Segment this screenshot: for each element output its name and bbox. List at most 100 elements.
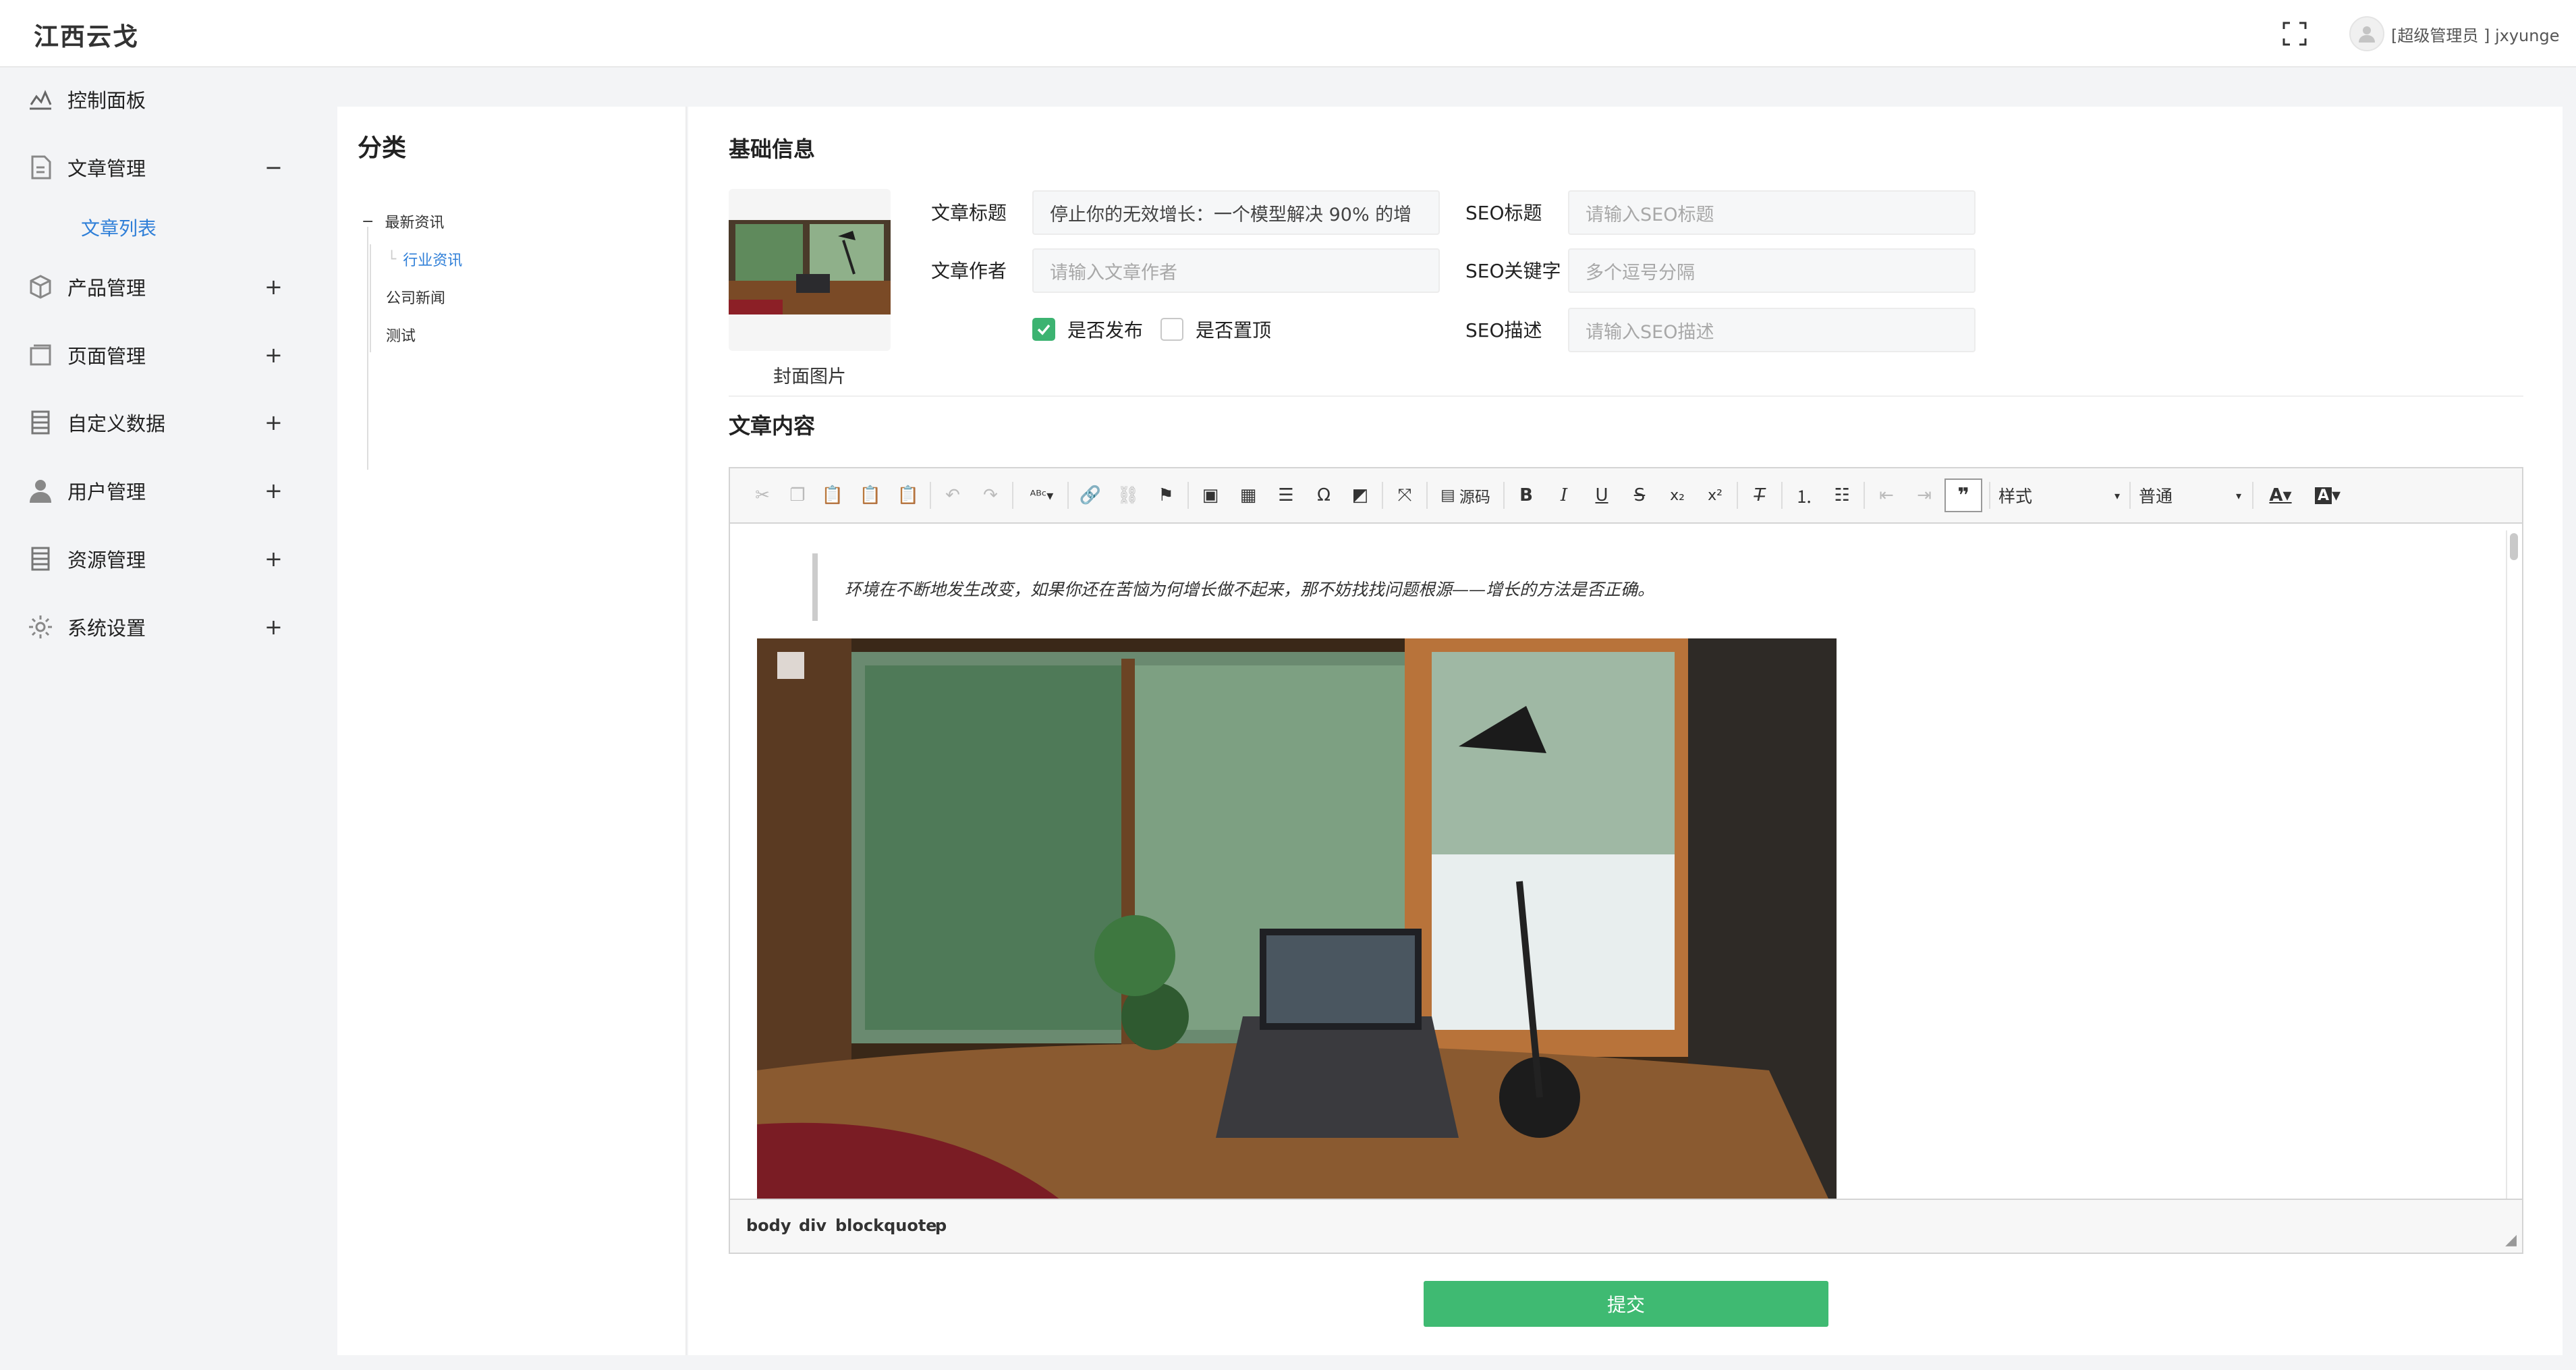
paste-word-icon[interactable]: 📋 (895, 482, 922, 509)
sidebar-item-pages[interactable]: 页面管理 + (0, 335, 324, 375)
element-path-body[interactable]: body (746, 1216, 791, 1235)
title-input[interactable]: 停止你的无效增长：一个模型解决 90% 的增 (1032, 190, 1440, 235)
element-path-div[interactable]: div (799, 1216, 827, 1235)
remove-format-icon[interactable]: T̶ (1746, 482, 1773, 509)
style-dropdown-value: 样式 (1998, 487, 2033, 506)
source-button[interactable]: ▤ 源码 (1434, 482, 1496, 509)
sidebar-item-users[interactable]: 用户管理 + (0, 470, 324, 511)
style-dropdown[interactable]: 样式 ▾ (1998, 482, 2120, 509)
document-icon (26, 153, 55, 182)
tree-collapse-icon[interactable]: − (362, 213, 374, 230)
tree-node-company-news[interactable]: 公司新闻 (386, 286, 445, 308)
image-icon[interactable]: ▣ (1197, 482, 1224, 509)
seo-title-label: SEO标题 (1465, 202, 1542, 224)
table-icon[interactable]: ▦ (1235, 482, 1262, 509)
unlink-icon[interactable]: ⛓ (1115, 482, 1142, 509)
pin-top-checkbox[interactable] (1160, 318, 1183, 341)
paste-icon[interactable]: 📋 (819, 482, 846, 509)
anchor-flag-icon[interactable]: ⚑ (1152, 482, 1179, 509)
element-path-blockquote[interactable]: blockquote (835, 1216, 937, 1235)
rich-text-editor[interactable]: ✂ ❐ 📋 📋 📋 ↶ ↷ ᴬᴮᶜ▾ 🔗 ⛓ ⚑ ▣ ▦ ☰ Ω ◩ ⤧ ▤ 源… (729, 467, 2523, 1254)
indent-icon[interactable]: ⇥ (1911, 482, 1938, 509)
workspace-photo (757, 638, 1837, 1200)
sidebar-item-products[interactable]: 产品管理 + (0, 267, 324, 307)
format-dropdown[interactable]: 普通 ▾ (2139, 482, 2241, 509)
sidebar-item-label: 用户管理 (67, 481, 146, 503)
sidebar-item-article-list[interactable]: 文章列表 (0, 207, 324, 248)
cover-image-upload[interactable] (729, 189, 891, 351)
tree-node-test[interactable]: 测试 (386, 324, 416, 346)
redo-icon[interactable]: ↷ (977, 482, 1004, 509)
author-input[interactable]: 请输入文章作者 (1032, 248, 1440, 293)
bold-icon[interactable]: B (1513, 482, 1540, 509)
maximize-icon[interactable]: ⤧ (1391, 482, 1418, 509)
expand-icon[interactable]: + (264, 478, 283, 503)
expand-icon[interactable]: + (264, 274, 283, 300)
expand-icon[interactable]: + (264, 342, 283, 368)
subscript-icon[interactable]: x₂ (1664, 482, 1691, 509)
toolbar-separator (2129, 482, 2131, 509)
strikethrough-icon[interactable]: S (1626, 482, 1653, 509)
spellcheck-icon[interactable]: ᴬᴮᶜ▾ (1023, 482, 1061, 509)
special-char-icon[interactable]: Ω (1310, 482, 1337, 509)
editor-scrollbar[interactable] (2506, 530, 2521, 1199)
editor-content[interactable]: 环境在不断地发生改变，如果你还在苦恼为何增长做不起来，那不妨找找问题根源——增长… (730, 525, 2522, 1200)
paste-text-icon[interactable]: 📋 (857, 482, 884, 509)
tree-node-latest-news[interactable]: − 最新资讯 (362, 211, 444, 232)
undo-icon[interactable]: ↶ (939, 482, 966, 509)
blockquote-icon[interactable]: ❞ (1944, 478, 1982, 512)
collapse-icon[interactable]: − (264, 155, 283, 180)
cut-icon[interactable]: ✂ (749, 482, 776, 509)
seo-keywords-label: SEO关键字 (1465, 260, 1561, 282)
avatar (2349, 16, 2384, 51)
seo-keywords-input[interactable]: 多个逗号分隔 (1568, 248, 1976, 293)
sidebar-item-label: 页面管理 (67, 345, 146, 368)
seo-description-label: SEO描述 (1465, 319, 1542, 341)
link-icon[interactable]: 🔗 (1077, 482, 1104, 509)
sidebar-item-label: 自定义数据 (67, 412, 166, 435)
copy-icon[interactable]: ❐ (784, 482, 811, 509)
element-path-p[interactable]: p (935, 1216, 947, 1235)
pin-top-checkbox-row[interactable]: 是否置顶 (1160, 316, 1271, 343)
expand-icon[interactable]: + (264, 410, 283, 435)
expand-icon[interactable]: + (264, 614, 283, 640)
text-color-icon[interactable]: A▾ (2262, 482, 2299, 509)
user-name: [超级管理员 ] jxyunge (2391, 26, 2560, 45)
user-menu[interactable]: [超级管理员 ] jxyunge (2349, 16, 2559, 51)
sidebar-item-settings[interactable]: 系统设置 + (0, 607, 324, 647)
chevron-down-icon: ▾ (2114, 489, 2120, 502)
source-label: 源码 (1459, 489, 1490, 506)
tree-node-label: 行业资讯 (403, 252, 463, 269)
scrollbar-thumb[interactable] (2510, 533, 2518, 560)
cover-thumbnail (729, 220, 891, 314)
italic-icon[interactable]: I (1550, 482, 1577, 509)
background-color-icon[interactable]: A ▾ (2309, 482, 2347, 509)
tree-node-industry-news[interactable]: └ 行业资讯 (387, 248, 462, 270)
database-icon (26, 408, 55, 437)
iframe-icon[interactable]: ◩ (1347, 482, 1374, 509)
bullet-list-icon[interactable]: ☷ (1828, 482, 1855, 509)
sidebar-item-articles[interactable]: 文章管理 − (0, 147, 324, 188)
sidebar-item-resources[interactable]: 资源管理 + (0, 539, 324, 579)
submit-button[interactable]: 提交 (1424, 1281, 1828, 1327)
underline-icon[interactable]: U (1588, 482, 1615, 509)
sidebar-item-label: 资源管理 (67, 549, 146, 572)
expand-icon[interactable]: + (264, 546, 283, 572)
tree-guide (367, 227, 368, 470)
seo-description-input[interactable]: 请输入SEO描述 (1568, 308, 1976, 352)
article-image[interactable] (757, 638, 1837, 1200)
resize-handle-icon[interactable]: ◢ (2505, 1232, 2517, 1249)
sidebar-item-custom-data[interactable]: 自定义数据 + (0, 402, 324, 443)
outdent-icon[interactable]: ⇤ (1873, 482, 1900, 509)
toolbar-separator (1737, 482, 1738, 509)
horizontal-rule-icon[interactable]: ☰ (1272, 482, 1299, 509)
seo-title-input[interactable]: 请输入SEO标题 (1568, 190, 1976, 235)
sidebar-item-dashboard[interactable]: 控制面板 (0, 79, 324, 119)
fullscreen-icon[interactable] (2282, 21, 2307, 47)
tree-node-label: 最新资讯 (385, 215, 445, 231)
brand-logo: 江西云戈 (34, 22, 139, 51)
publish-checkbox-row[interactable]: 是否发布 (1032, 316, 1143, 343)
superscript-icon[interactable]: x² (1702, 482, 1729, 509)
numbered-list-icon[interactable]: ⒈ (1791, 482, 1818, 509)
publish-checkbox[interactable] (1032, 318, 1055, 341)
